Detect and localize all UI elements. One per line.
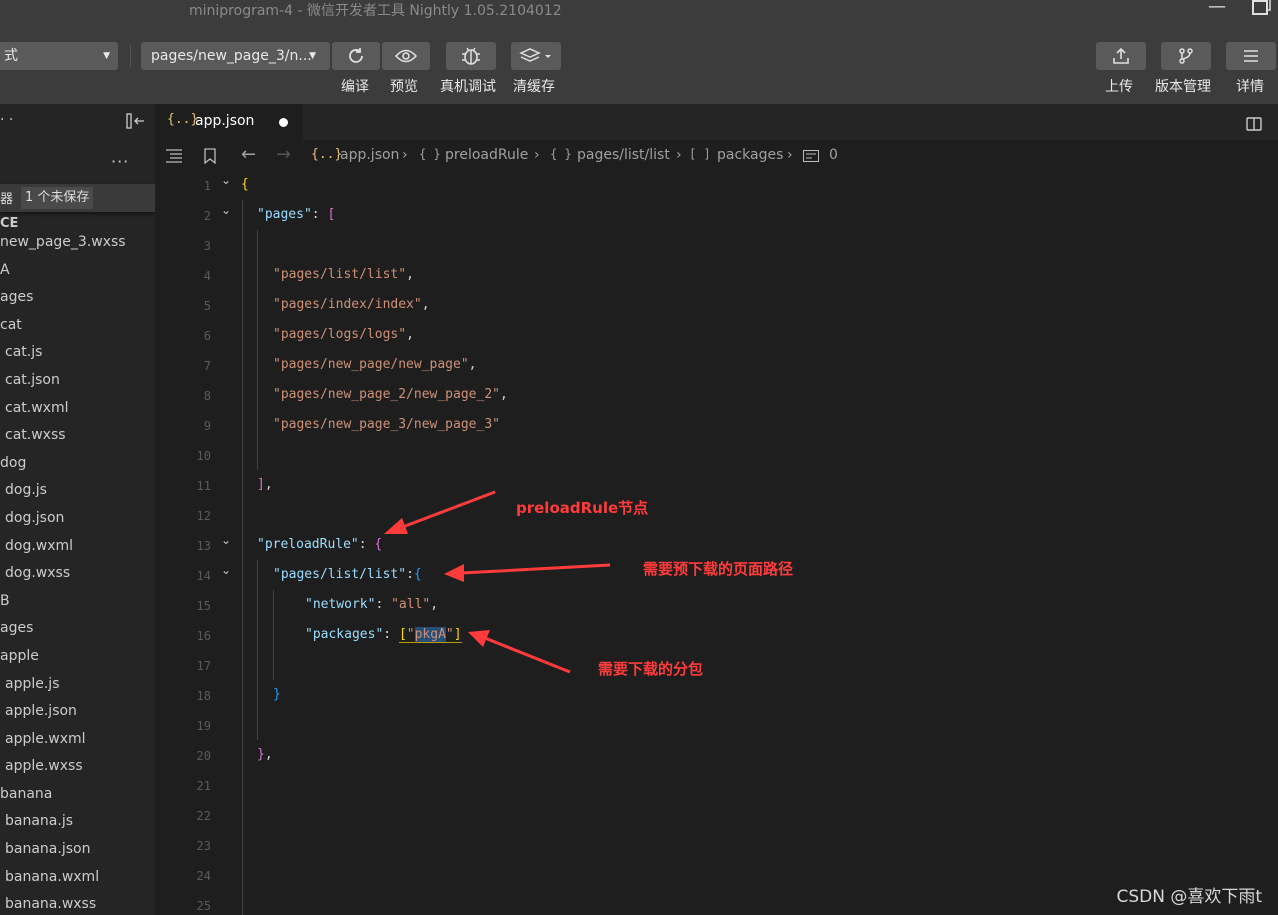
arrow-to-package (468, 630, 571, 674)
annotation-subpackage: 需要下载的分包 (598, 660, 704, 678)
annotation-arrows (384, 490, 611, 674)
annotation-page-path: 需要预下载的页面路径 (643, 560, 794, 578)
arrow-to-preloadrule (384, 490, 496, 534)
watermark: CSDN @喜欢下雨t (1116, 887, 1262, 907)
annotation-preloadrule: preloadRule节点 (516, 499, 649, 517)
arrow-to-page-path (444, 563, 611, 582)
